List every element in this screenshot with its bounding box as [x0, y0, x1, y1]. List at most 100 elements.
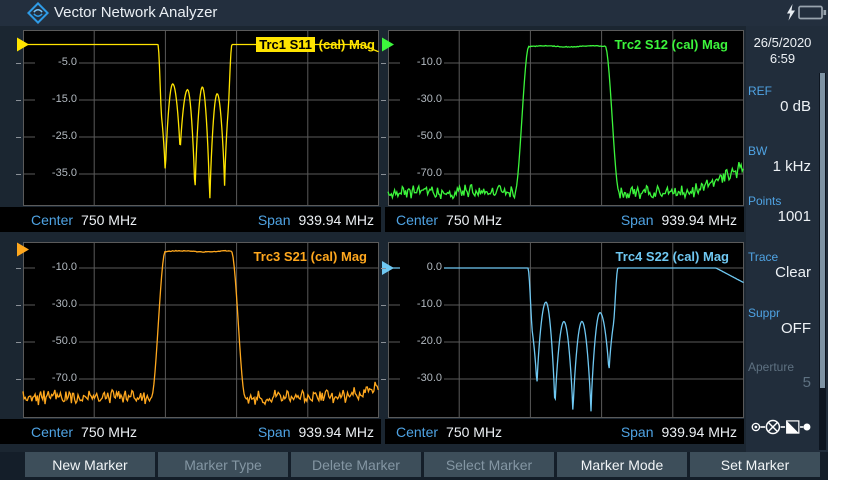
trace-name: Trc3 S21 (cal) Mag: [254, 249, 367, 264]
y-axis-tick-label: -25.0: [35, 130, 79, 143]
center-label: Center: [31, 424, 73, 440]
span-value: 939.94 MHz: [662, 212, 737, 228]
y-axis-tick-label: -10.0: [400, 56, 444, 69]
y-axis-tick-mark: [16, 342, 21, 343]
y-axis-tick-mark: [16, 305, 21, 306]
y-axis-tick-label: -30.0: [35, 298, 79, 311]
y-axis-tick-label: -10.0: [35, 261, 79, 274]
y-axis-tick-label: -35.0: [35, 167, 79, 180]
softkey-delete-marker[interactable]: Delete Marker: [291, 452, 421, 477]
charging-icon: [786, 4, 796, 21]
time-display: 6:59: [746, 51, 819, 67]
app-title: Vector Network Analyzer: [54, 4, 217, 21]
span-label: Span: [621, 424, 654, 440]
freq-strip-s22: Center 750 MHz Span 939.94 MHz: [385, 419, 744, 444]
param-aperture[interactable]: Aperture5: [746, 360, 828, 392]
param-value: 5: [746, 374, 828, 392]
y-axis-tick-mark: [16, 174, 21, 175]
scrollbar-thumb[interactable]: [820, 73, 825, 388]
datetime-display: 26/5/2020 6:59: [746, 35, 819, 67]
y-axis-tick-label: -70.0: [35, 372, 79, 385]
y-axis-tick-label: -15.0: [35, 93, 79, 106]
plot-s12[interactable]: Trc2 S12 (cal) Mag -10.0-30.0-50.0-70.0: [388, 30, 744, 206]
plot-s21[interactable]: Trc3 S21 (cal) Mag -10.0 -30.0 -50.0 -70.0: [23, 242, 379, 418]
softkey-new-marker[interactable]: New Marker: [25, 452, 155, 477]
param-ref[interactable]: REF0 dB: [746, 84, 828, 116]
title-bar: Vector Network Analyzer: [0, 0, 828, 26]
trace-name: Trc4 S22 (cal) Mag: [616, 249, 729, 264]
sidebar-scrollbar[interactable]: [819, 73, 826, 450]
center-value: 750 MHz: [81, 424, 137, 440]
span-label: Span: [621, 212, 654, 228]
y-axis-tick-label: -50.0: [400, 130, 444, 143]
center-value: 750 MHz: [81, 212, 137, 228]
softkey-marker-mode[interactable]: Marker Mode: [557, 452, 687, 477]
parameter-sidebar: 26/5/2020 6:59 REF0 dB BW1 kHz Points100…: [746, 26, 828, 452]
y-axis-tick-mark: [16, 100, 21, 101]
param-suppr[interactable]: SupprOFF: [746, 306, 828, 338]
center-frequency[interactable]: Center 750 MHz: [31, 424, 137, 440]
y-axis-tick-label: -20.0: [400, 335, 444, 348]
quadrant-s12: Trc2 S12 (cal) Mag -10.0-30.0-50.0-70.0 …: [385, 30, 744, 232]
softkey-marker-type[interactable]: Marker Type: [158, 452, 288, 477]
y-axis-tick-mark: [16, 137, 21, 138]
param-label: Suppr: [746, 306, 828, 320]
battery-icon: [798, 4, 827, 21]
quadrant-s21: Trc3 S21 (cal) Mag -10.0-30.0-50.0-70.0 …: [0, 242, 381, 444]
param-points[interactable]: Points1001: [746, 194, 828, 226]
param-value: OFF: [746, 320, 828, 338]
span-frequency[interactable]: Span939.94 MHz: [258, 424, 374, 440]
param-bw[interactable]: BW1 kHz: [746, 144, 828, 176]
trace-label-trc4[interactable]: Trc4 S22 (cal) Mag: [616, 249, 729, 264]
plot-s11[interactable]: Trc1 S11 (cal) Mag -5.0 -15.0 -25.0 -35.0: [23, 30, 379, 206]
freq-strip-s11: Center750 MHz Span 939.94 MHz: [0, 207, 381, 232]
trace-label-trc1[interactable]: Trc1 S11 (cal) Mag: [256, 37, 375, 52]
param-label: Points: [746, 194, 828, 208]
span-label: Span: [258, 424, 291, 440]
y-axis-tick-label: -5.0: [35, 56, 79, 69]
y-axis-tick-mark: [381, 63, 386, 64]
center-value: 750 MHz: [446, 424, 502, 440]
quadrant-s22: Trc4 S22 (cal) Mag 0.0-10.0-20.0-30.0 Ce…: [385, 242, 744, 444]
date-display: 26/5/2020: [746, 35, 819, 51]
y-axis-tick-mark: [381, 379, 386, 380]
y-axis-tick-mark: [381, 137, 386, 138]
y-axis-tick-mark: [381, 100, 386, 101]
plot-s22[interactable]: Trc4 S22 (cal) Mag 0.0-10.0-20.0-30.0: [388, 242, 744, 418]
param-value: 1 kHz: [746, 158, 828, 176]
trace-name: (cal) Mag: [315, 37, 375, 52]
center-frequency[interactable]: Center 750 MHz: [396, 424, 502, 440]
status-icons: [786, 4, 827, 21]
span-value: 939.94 MHz: [662, 424, 737, 440]
center-frequency[interactable]: Center750 MHz: [396, 212, 502, 228]
softkey-bar: New Marker Marker Type Delete Marker Sel…: [0, 452, 828, 480]
softkey-select-marker[interactable]: Select Marker: [424, 452, 554, 477]
y-axis-tick-mark: [16, 379, 21, 380]
y-axis-tick-mark: [381, 174, 386, 175]
span-label: Span: [258, 212, 291, 228]
center-label: Center: [396, 424, 438, 440]
freq-strip-s12: Center750 MHz Span 939.94 MHz: [385, 207, 744, 232]
rohde-schwarz-logo-icon: [27, 2, 49, 24]
span-frequency[interactable]: Span 939.94 MHz: [258, 212, 374, 228]
trace-label-trc3[interactable]: Trc3 S21 (cal) Mag: [254, 249, 367, 264]
trace-label-trc2[interactable]: Trc2 S12 (cal) Mag: [615, 37, 728, 52]
span-frequency[interactable]: Span 939.94 MHz: [621, 212, 737, 228]
y-axis-tick-label: 0.0: [400, 261, 444, 274]
span-value: 939.94 MHz: [299, 212, 374, 228]
param-label: Aperture: [746, 360, 828, 374]
softkey-set-marker[interactable]: Set Marker: [690, 452, 820, 477]
center-frequency[interactable]: Center750 MHz: [31, 212, 137, 228]
center-value: 750 MHz: [446, 212, 502, 228]
y-axis-tick-label: -50.0: [35, 335, 79, 348]
trace-name-highlight: Trc1 S11: [256, 37, 315, 52]
param-value: Clear: [746, 264, 828, 282]
param-label: BW: [746, 144, 828, 158]
y-axis-tick-mark: [381, 342, 386, 343]
param-trace[interactable]: TraceClear: [746, 250, 828, 282]
span-frequency[interactable]: Span 939.94 MHz: [621, 424, 737, 440]
port-diagram-icon: [751, 416, 811, 438]
param-label: Trace: [746, 250, 828, 264]
y-axis-tick-label: -30.0: [400, 372, 444, 385]
freq-strip-s21: Center 750 MHz Span939.94 MHz: [0, 419, 381, 444]
